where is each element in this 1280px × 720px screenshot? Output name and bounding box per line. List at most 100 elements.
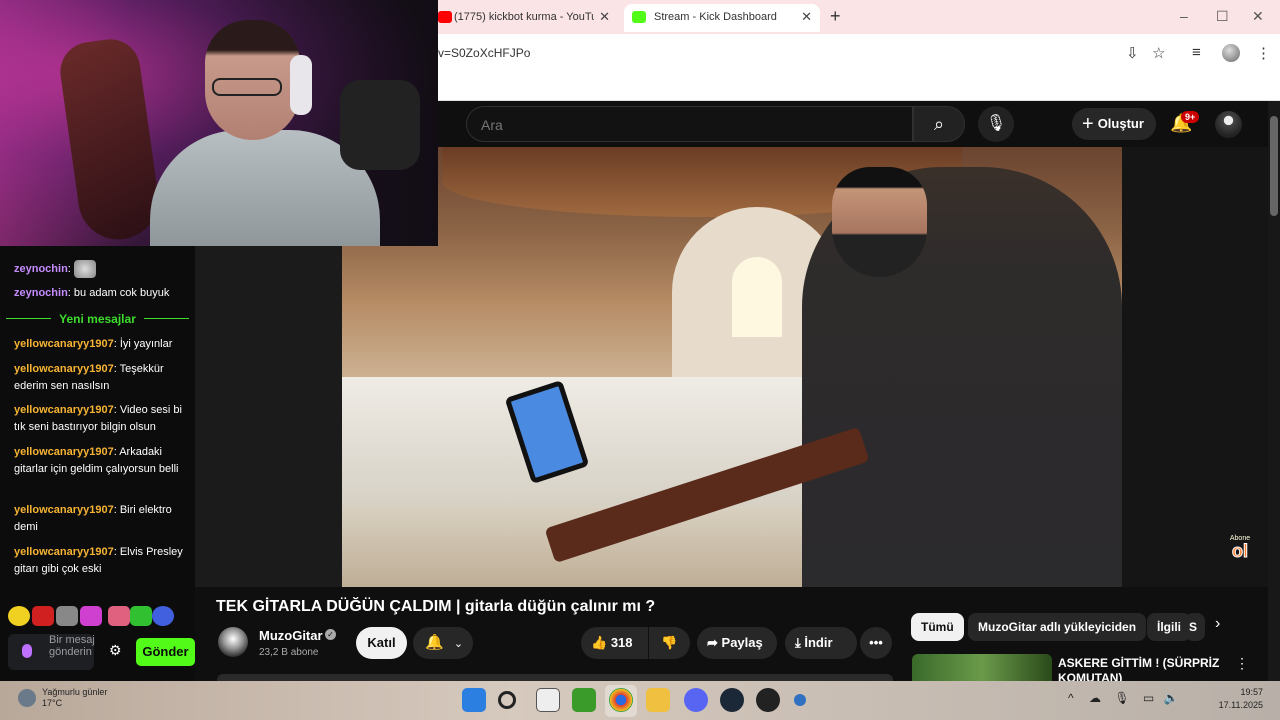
chat-message: zeynochin: bu adam cok buyuk <box>14 287 170 299</box>
search-input[interactable] <box>481 114 901 136</box>
url-field[interactable]: v=S0ZoXcHFJPo <box>438 42 1098 64</box>
streaming-microphone <box>340 80 420 170</box>
subscription-bell-button[interactable]: 🔔 ⌄ <box>413 627 473 659</box>
search-box[interactable] <box>466 106 913 142</box>
tab-youtube[interactable]: (1775) kickbot kurma - YouTube ✕ <box>438 4 618 32</box>
globe-emote-icon[interactable] <box>152 606 174 626</box>
chat-username[interactable]: yellowcanaryy1907 <box>14 404 114 416</box>
gear-icon[interactable]: ⚙ <box>109 642 122 659</box>
chip-all[interactable]: Tümü <box>911 613 964 641</box>
download-button[interactable]: ⤓ İndir <box>785 627 857 659</box>
create-label: Oluştur <box>1097 116 1144 131</box>
notification-count-badge: 9+ <box>1181 111 1200 123</box>
menu-kebab-icon[interactable]: ⋮ <box>1256 44 1271 62</box>
media-controls-icon[interactable]: ≡ <box>1192 44 1201 61</box>
profile-avatar-icon[interactable] <box>1222 44 1240 62</box>
microphone-icon[interactable] <box>22 644 32 658</box>
account-avatar[interactable] <box>1215 111 1242 138</box>
app-icon[interactable] <box>794 694 806 706</box>
system-clock[interactable]: 19:57 17.11.2025 <box>1205 686 1263 712</box>
mic-tray-icon[interactable]: 🎙 <box>1114 691 1129 705</box>
join-button[interactable]: Katıl <box>356 627 407 659</box>
share-button[interactable]: ➦ Paylaş <box>697 627 777 659</box>
chevron-up-icon[interactable]: ^ <box>1068 691 1074 705</box>
headphones <box>290 55 312 115</box>
dislike-button[interactable]: 👎 <box>649 627 690 659</box>
subscribe-overlay-big: ol <box>1232 541 1249 561</box>
close-window-icon[interactable]: ✕ <box>1252 8 1264 25</box>
chat-message: yellowcanaryy1907: İyi yayınlar <box>14 338 173 350</box>
channel-name[interactable]: MuzoGitar <box>259 628 323 643</box>
bell-icon: 🔔 <box>425 634 444 651</box>
send-button[interactable]: Gönder <box>136 638 195 666</box>
chrome-icon[interactable] <box>609 688 633 712</box>
close-tab-icon[interactable]: ✕ <box>801 4 812 30</box>
more-vertical-icon[interactable]: ⋮ <box>1235 655 1249 672</box>
obs-icon[interactable] <box>756 688 780 712</box>
channel-avatar[interactable] <box>218 627 248 657</box>
start-windows-icon[interactable] <box>462 688 486 712</box>
chip-from-uploader[interactable]: MuzoGitar adlı yükleyiciden <box>968 613 1147 641</box>
monitor-icon[interactable]: ▭ <box>1143 691 1154 705</box>
more-actions-button[interactable]: ••• <box>860 627 892 659</box>
cloud-icon[interactable]: ☁ <box>1089 691 1101 705</box>
browser-tab-bar: (1775) kickbot kurma - YouTube ✕ Stream … <box>438 0 1280 34</box>
kick-favicon-icon <box>632 11 646 23</box>
minimize-icon[interactable]: – <box>1180 8 1188 24</box>
volume-icon[interactable]: 🔈 <box>1164 691 1179 705</box>
bookmark-star-icon[interactable]: ☆ <box>1152 44 1165 62</box>
maximize-icon[interactable]: ☐ <box>1216 8 1229 25</box>
weather-cloud-icon <box>18 689 36 707</box>
subscriber-count: 23,2 B abone <box>259 647 319 658</box>
pink-emote-icon[interactable] <box>80 606 102 626</box>
chat-username[interactable]: yellowcanaryy1907 <box>14 546 114 558</box>
chat-input-placeholder: Bir mesaj gönderin <box>49 634 95 658</box>
search-icon[interactable] <box>498 691 516 709</box>
chat-username[interactable]: yellowcanaryy1907 <box>14 446 114 458</box>
subscribe-overlay[interactable]: Abone ol <box>1225 535 1255 567</box>
emoji-face-icon[interactable] <box>8 606 30 626</box>
chip-partial[interactable]: S <box>1185 613 1205 641</box>
chat-message-input[interactable]: Bir mesaj gönderin <box>8 634 95 670</box>
file-explorer-icon[interactable] <box>646 688 670 712</box>
discord-icon[interactable] <box>684 688 708 712</box>
weather-temperature: 17°C <box>42 698 63 708</box>
description-box[interactable] <box>217 674 893 681</box>
thumbs-down-icon: 👎 <box>661 635 678 650</box>
hand-emote-icon[interactable] <box>108 606 130 626</box>
install-app-icon[interactable]: ⇩ <box>1126 44 1139 62</box>
weather-text: Yağmurlu günler <box>42 687 108 697</box>
download-label: İndir <box>804 635 833 650</box>
voice-search-button[interactable]: 🎙 <box>978 106 1014 142</box>
chat-username[interactable]: yellowcanaryy1907 <box>14 363 114 375</box>
chat-username[interactable]: yellowcanaryy1907 <box>14 338 114 350</box>
chat-username[interactable]: zeynochin <box>14 263 68 275</box>
close-tab-icon[interactable]: ✕ <box>599 4 610 30</box>
minecraft-icon[interactable] <box>572 688 596 712</box>
rock-emote-icon[interactable] <box>56 606 78 626</box>
chat-username[interactable]: zeynochin <box>14 287 68 299</box>
like-button[interactable]: 👍 318 <box>581 627 648 659</box>
kick-emote-icon[interactable] <box>32 606 54 626</box>
tab-youtube-title: (1775) kickbot kurma - YouTube <box>454 11 594 23</box>
video-window <box>732 257 782 337</box>
task-view-icon[interactable] <box>536 688 560 712</box>
chat-username[interactable]: yellowcanaryy1907 <box>14 504 114 516</box>
cat-emote-icon <box>73 260 96 278</box>
search-button[interactable]: ⌕ <box>913 106 965 142</box>
create-button[interactable]: + Oluştur <box>1072 108 1156 140</box>
tab-kick-title: Stream - Kick Dashboard <box>654 11 777 23</box>
emote-bar <box>8 606 188 628</box>
scrollbar-thumb[interactable] <box>1270 116 1278 216</box>
like-count: 318 <box>610 635 633 650</box>
new-messages-divider: Yeni mesajlar <box>6 310 189 328</box>
chat-message: zeynochin: <box>14 260 190 278</box>
new-tab-button[interactable]: + <box>830 6 841 27</box>
chevron-right-icon[interactable]: › <box>1215 615 1220 633</box>
frog-emote-icon[interactable] <box>130 606 152 626</box>
recommended-video-title[interactable]: ASKERE GİTTİM ! (SÜRPRİZ KOMUTAN) <box>1058 656 1228 681</box>
chat-message: yellowcanaryy1907: Elvis Presley gitarı … <box>14 546 183 575</box>
steam-icon[interactable] <box>720 688 744 712</box>
recommended-video-thumbnail[interactable] <box>912 654 1052 681</box>
tab-kick-dashboard[interactable]: Stream - Kick Dashboard ✕ <box>624 4 820 32</box>
